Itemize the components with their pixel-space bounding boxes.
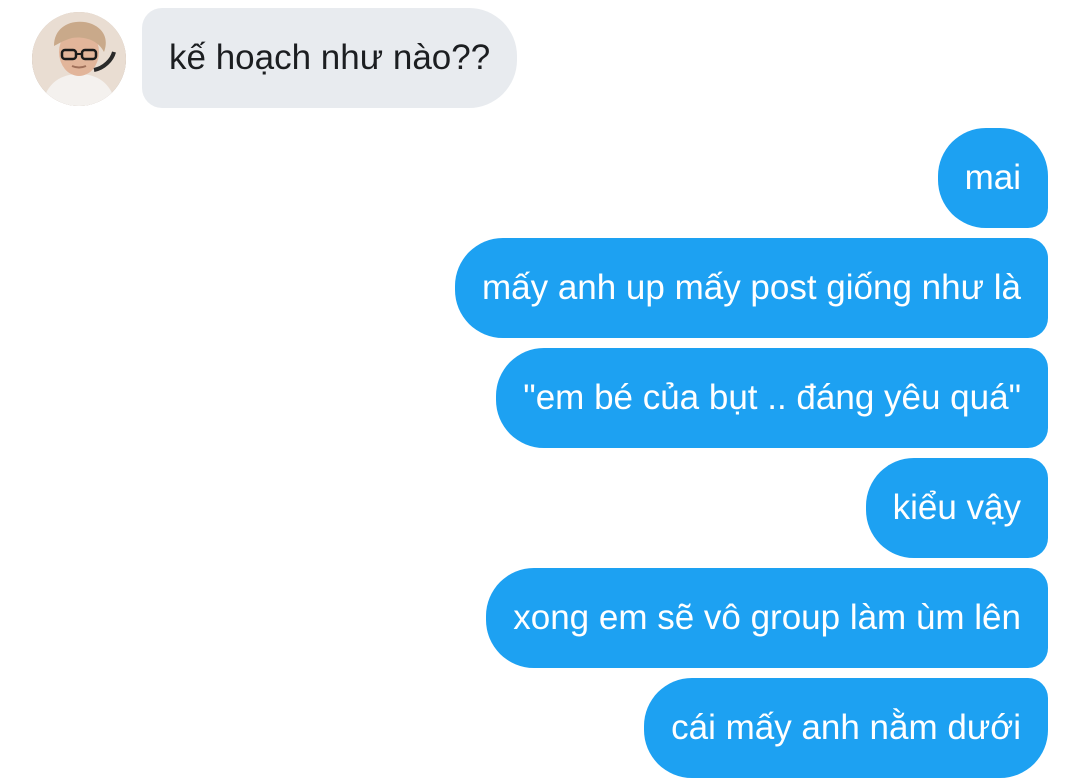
message-text: mấy anh up mấy post giống như là [481,268,1021,307]
contact-avatar[interactable] [32,12,126,106]
message-text: cái mấy anh nằm dưới [671,708,1021,747]
sent-message-bubble[interactable]: xong em sẽ vô group làm ùm lên [486,568,1048,668]
chat-thread: kế hoạch như nào?? mai mấy anh up mấy po… [0,0,1077,784]
message-text: xong em sẽ vô group làm ùm lên [513,598,1021,637]
message-text: mai [964,158,1021,197]
sent-message-bubble[interactable]: mai [937,128,1048,228]
sent-message-bubble[interactable]: cái mấy anh nằm dưới [644,678,1048,778]
sent-message-bubble[interactable]: mấy anh up mấy post giống như là [454,238,1048,338]
message-text: kiểu vậy [892,488,1021,527]
message-text: "em bé của bụt .. đáng yêu quá" [523,378,1021,417]
avatar-photo-icon [32,12,126,106]
sent-message-bubble[interactable]: kiểu vậy [865,458,1048,558]
received-message-bubble[interactable]: kế hoạch như nào?? [142,8,518,108]
sent-message-bubble[interactable]: "em bé của bụt .. đáng yêu quá" [496,348,1048,448]
message-text: kế hoạch như nào?? [169,38,491,77]
